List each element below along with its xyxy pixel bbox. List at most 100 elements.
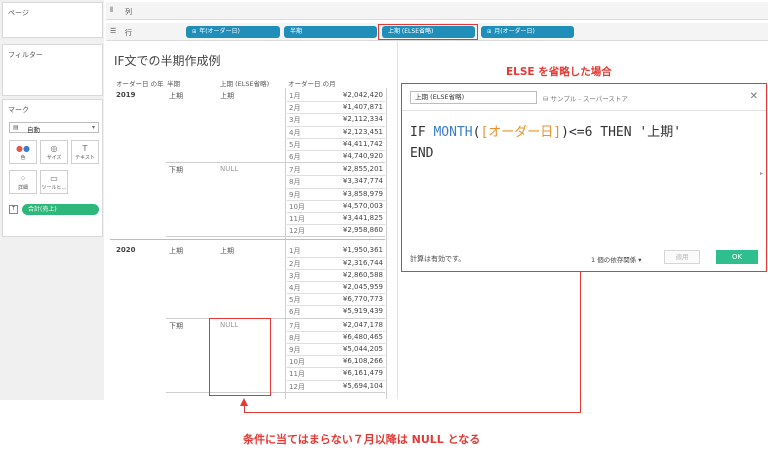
- value-cell[interactable]: ¥5,919,439: [331, 307, 383, 315]
- row-divider: [287, 150, 385, 151]
- color-button-label: 色: [20, 155, 26, 161]
- value-cell[interactable]: ¥6,108,266: [331, 357, 383, 365]
- value-cell[interactable]: ¥5,694,104: [331, 382, 383, 390]
- expand-panel-icon[interactable]: ▸: [760, 170, 763, 177]
- month-cell: 7月: [289, 166, 301, 175]
- month-cell: 11月: [289, 370, 305, 379]
- month-cell: 10月: [289, 202, 305, 211]
- value-cell[interactable]: ¥2,042,420: [331, 91, 383, 99]
- value-cell[interactable]: ¥4,411,742: [331, 140, 383, 148]
- month-cell: 3月: [289, 271, 301, 280]
- half-divider: [166, 236, 385, 238]
- month-cell: 6月: [289, 308, 301, 317]
- annotation-line: [244, 412, 581, 413]
- month-cell: 3月: [289, 116, 301, 125]
- detail-button[interactable]: ⁘ 詳細: [9, 170, 37, 194]
- year-divider: [110, 239, 385, 241]
- annotation-note: 条件に当てはまらない７月以降は NULL となる: [243, 433, 481, 446]
- rows-pill-month[interactable]: ⊞ 月(オーダー日): [481, 26, 574, 38]
- row-divider: [287, 367, 385, 369]
- marks-pane-title: マーク: [8, 106, 29, 114]
- value-cell[interactable]: ¥2,860,588: [331, 271, 383, 279]
- formula-editor[interactable]: IF MONTH([オーダー日])<=6 THEN '上期' END: [410, 122, 681, 164]
- text-icon: T: [82, 144, 88, 153]
- value-cell[interactable]: ¥3,441,825: [331, 214, 383, 222]
- month-cell: 1月: [289, 92, 301, 100]
- month-cell: 10月: [289, 358, 305, 367]
- pages-pane[interactable]: ページ: [2, 2, 103, 38]
- year-cell: 2019: [116, 91, 136, 99]
- value-cell[interactable]: ¥1,407,871: [331, 103, 383, 111]
- mark-type-icon: ▤: [13, 124, 19, 131]
- value-cell[interactable]: ¥6,161,479: [331, 369, 383, 377]
- half-divider: [166, 162, 385, 164]
- half-cell: 上期: [169, 92, 183, 100]
- tooltip-button[interactable]: ▭ ツールヒ…: [40, 170, 68, 194]
- month-cell: 5月: [289, 296, 301, 305]
- annotation-title: ELSE を省略した場合: [506, 66, 612, 78]
- column-divider: [386, 88, 387, 399]
- filters-pane[interactable]: フィルター: [2, 44, 103, 96]
- value-cell[interactable]: ¥2,855,201: [331, 165, 383, 173]
- month-cell: 5月: [289, 140, 301, 149]
- row-divider: [287, 379, 385, 381]
- first-half-cell: 上期: [220, 247, 234, 256]
- month-cell: 4月: [289, 284, 301, 292]
- row-divider: [287, 224, 385, 226]
- row-divider: [287, 187, 385, 189]
- tooltip-button-label: ツールヒ…: [41, 185, 67, 191]
- value-cell[interactable]: ¥5,044,205: [331, 345, 383, 353]
- value-cell[interactable]: ¥6,480,465: [331, 333, 383, 341]
- close-icon[interactable]: ✕: [750, 91, 758, 102]
- row-divider: [287, 343, 385, 344]
- sum-sales-pill[interactable]: 合計(売上): [22, 204, 99, 215]
- null-cell: NULL: [220, 165, 239, 174]
- half-divider: [166, 391, 385, 393]
- value-cell[interactable]: ¥6,770,773: [331, 295, 383, 303]
- color-button[interactable]: ●● 色: [9, 140, 37, 164]
- value-cell[interactable]: ¥2,047,178: [331, 321, 383, 329]
- calc-name-field[interactable]: 上期 (ELSE省略): [410, 91, 537, 104]
- header-first-half-flag: 上期 (ELSE省略): [220, 80, 270, 88]
- row-divider: [287, 355, 385, 357]
- value-cell[interactable]: ¥4,570,003: [331, 202, 383, 210]
- dependencies-dropdown[interactable]: 1 個の依存関係 ▾: [591, 254, 642, 264]
- row-divider: [287, 175, 385, 177]
- code-rest: )<=6 THEN '上期': [561, 125, 682, 140]
- value-cell[interactable]: ¥2,123,451: [331, 128, 383, 136]
- columns-shelf[interactable]: ⦀ 列: [106, 2, 768, 20]
- annotation-line: [580, 272, 581, 413]
- value-cell[interactable]: ¥3,858,979: [331, 190, 383, 198]
- month-cell: 9月: [289, 190, 301, 199]
- value-cell[interactable]: ¥2,112,334: [331, 115, 383, 123]
- rows-pill-month-label: 月(オーダー日): [494, 28, 535, 35]
- value-cell[interactable]: ¥3,347,774: [331, 177, 383, 185]
- row-divider: [287, 199, 385, 201]
- plus-icon: ⊞: [192, 29, 197, 35]
- mark-type-dropdown[interactable]: ▤ 自動 ▾: [9, 122, 99, 134]
- ok-button[interactable]: OK: [716, 250, 758, 264]
- row-divider: [287, 330, 385, 332]
- size-icon: ◎: [50, 144, 58, 153]
- rows-pill-half[interactable]: 半期: [284, 26, 377, 38]
- value-cell[interactable]: ¥2,045,959: [331, 283, 383, 291]
- filters-pane-title: フィルター: [8, 51, 43, 59]
- value-cell[interactable]: ¥2,316,744: [331, 259, 383, 267]
- half-cell: 上期: [169, 247, 183, 256]
- marks-pane: マーク ▤ 自動 ▾ ●● 色 ◎ サイズ T テキスト ⁘ 詳細 ▭ ツールヒ…: [2, 99, 103, 237]
- database-icon: ⛁: [543, 95, 549, 103]
- month-cell: 8月: [289, 333, 301, 342]
- month-cell: 12月: [289, 382, 305, 391]
- value-cell[interactable]: ¥1,950,361: [331, 246, 383, 254]
- value-cell[interactable]: ¥4,740,920: [331, 152, 383, 160]
- month-cell: 6月: [289, 153, 301, 161]
- size-button[interactable]: ◎ サイズ: [40, 140, 68, 164]
- month-cell: 2月: [289, 259, 301, 268]
- sum-sales-field[interactable]: T 合計(売上): [9, 204, 99, 215]
- columns-shelf-label: 列: [125, 8, 132, 16]
- rows-pill-year[interactable]: ⊞ 年(オーダー日): [186, 26, 280, 38]
- value-cell[interactable]: ¥2,958,860: [331, 226, 383, 234]
- text-button[interactable]: T テキスト: [71, 140, 99, 164]
- apply-button[interactable]: 適用: [664, 250, 700, 264]
- row-divider: [287, 256, 385, 258]
